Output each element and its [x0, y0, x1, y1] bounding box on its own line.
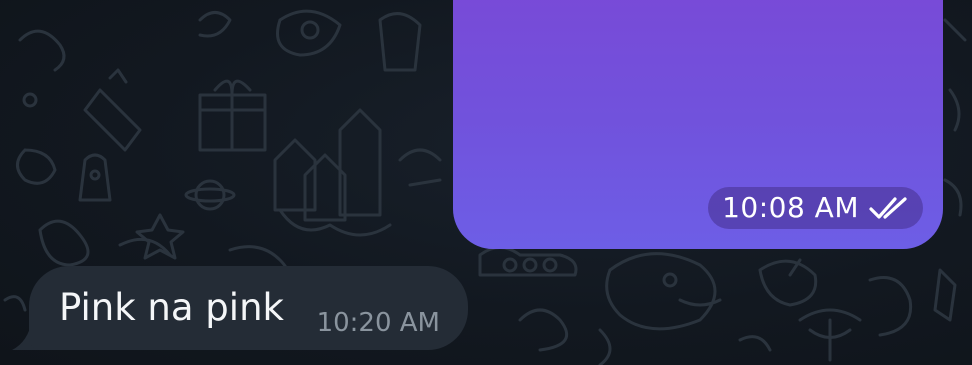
message-text: Pink na pink: [59, 286, 284, 329]
message-time: 10:08 AM: [722, 191, 859, 224]
outgoing-media-message[interactable]: 10:08 AM: [453, 0, 943, 249]
incoming-text-message[interactable]: Pink na pink 10:20 AM: [29, 266, 468, 350]
double-check-icon: [869, 197, 907, 219]
message-meta: 10:08 AM: [708, 187, 923, 229]
message-time: 10:20 AM: [316, 308, 440, 338]
